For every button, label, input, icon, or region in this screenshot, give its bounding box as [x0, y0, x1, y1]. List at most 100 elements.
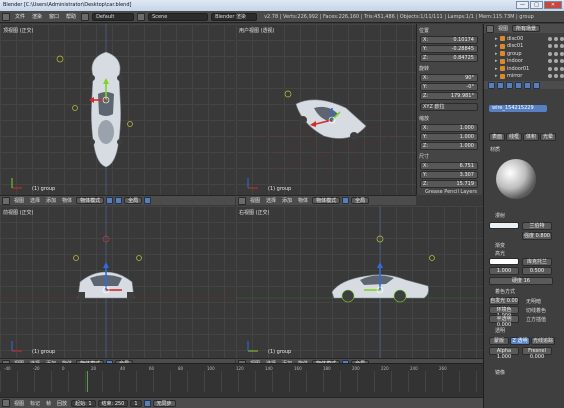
- material-slot[interactable]: wire_154215229: [489, 105, 547, 112]
- specular-intensity-field[interactable]: 1.000: [489, 267, 519, 275]
- menu-object[interactable]: 物体: [296, 197, 310, 204]
- scale-z-field[interactable]: Z: 1.000: [420, 142, 478, 150]
- start-frame-field[interactable]: 起始: 1: [71, 399, 96, 407]
- world-tab-icon[interactable]: [506, 81, 513, 89]
- ambient-field[interactable]: 环境色 1.000: [489, 306, 519, 319]
- select-icon[interactable]: [554, 74, 558, 78]
- scale-x-field[interactable]: X: 1.000: [420, 124, 478, 132]
- scene-icon[interactable]: [137, 12, 146, 21]
- menu-help[interactable]: 帮助: [64, 13, 78, 20]
- menu-select[interactable]: 选择: [264, 197, 278, 204]
- scene-select[interactable]: Scene: [148, 12, 209, 21]
- transp-raytrace-tab[interactable]: 光线追踪: [531, 337, 555, 345]
- visibility-icon[interactable]: [548, 74, 552, 78]
- outliner-item[interactable]: ▸ indoor01: [495, 65, 564, 72]
- dimension-y-field[interactable]: Y: 3.307: [420, 171, 478, 179]
- render-icon[interactable]: [560, 51, 564, 56]
- material-tab-3[interactable]: 光晕: [540, 133, 556, 141]
- location-x-field[interactable]: X: 0.10174: [420, 36, 478, 44]
- dimension-x-field[interactable]: X: 6.751: [420, 162, 478, 170]
- translucency-field[interactable]: 半透明 0.000: [489, 315, 519, 328]
- render-icon[interactable]: [560, 59, 564, 63]
- select-icon[interactable]: [554, 36, 558, 41]
- timeline-ruler[interactable]: [0, 371, 483, 392]
- specular-color-swatch[interactable]: [489, 258, 519, 265]
- editor-type-icon[interactable]: [238, 196, 246, 205]
- outliner-display-select[interactable]: 所有场景: [512, 25, 541, 32]
- rotation-z-field[interactable]: Z: 179.981°: [420, 92, 478, 100]
- menu-frame[interactable]: 帧: [44, 400, 53, 407]
- viewport-right[interactable]: 右视图 (正交) (1) group: [236, 206, 483, 358]
- menu-render[interactable]: 渲染: [30, 13, 44, 20]
- menu-window[interactable]: 窗口: [47, 13, 61, 20]
- timeline-editor[interactable]: -40 -20 0 20 40 60 80 100 120 140 160 180 200 220 240 2…: [0, 363, 483, 398]
- menu-add[interactable]: 添加: [280, 197, 294, 204]
- dimension-z-field[interactable]: Z: 15.719: [420, 180, 478, 188]
- outliner-item[interactable]: ▸ mirror: [495, 73, 564, 80]
- editor-type-icon[interactable]: [2, 196, 10, 205]
- transp-mask-tab[interactable]: 蒙版: [489, 337, 509, 345]
- orientation-select[interactable]: 全局: [351, 197, 370, 204]
- maximize-button[interactable]: □: [530, 1, 543, 9]
- outliner-item[interactable]: ▸ indoor: [495, 58, 564, 65]
- sync-select[interactable]: 无同步: [152, 399, 176, 407]
- alpha-field[interactable]: Alpha 1.000: [489, 347, 519, 360]
- menu-view[interactable]: 视图: [12, 197, 26, 204]
- play-icon[interactable]: [143, 399, 151, 407]
- current-frame-field[interactable]: 1: [130, 399, 142, 407]
- location-y-field[interactable]: Y: -0.28845: [420, 45, 478, 53]
- rotation-x-field[interactable]: X: 90°: [420, 74, 478, 82]
- menu-file[interactable]: 文件: [13, 13, 27, 20]
- menu-marker[interactable]: 标记: [28, 400, 42, 407]
- diffuse-color-swatch[interactable]: [489, 222, 519, 229]
- layout-select[interactable]: Default: [92, 12, 135, 21]
- visibility-icon[interactable]: [548, 66, 552, 71]
- select-icon[interactable]: [554, 44, 558, 48]
- render-icon[interactable]: [560, 36, 564, 41]
- render-engine-select[interactable]: Blender 渲染: [211, 12, 258, 21]
- viewport-user[interactable]: 用户视图 (透视) (1) group: [236, 24, 416, 195]
- editor-type-icon[interactable]: [2, 12, 10, 21]
- object-tab-icon[interactable]: [515, 81, 522, 89]
- material-tab-icon[interactable]: [524, 81, 531, 89]
- diffuse-intensity-field[interactable]: 强度 0.800: [522, 232, 552, 240]
- fresnel-field[interactable]: Fresnel 0.000: [522, 347, 552, 360]
- orientation-select[interactable]: 全局: [124, 197, 143, 204]
- outliner-item[interactable]: ▸ group: [495, 50, 564, 57]
- scene-tab-icon[interactable]: [497, 81, 504, 89]
- pivot-icon[interactable]: [115, 197, 123, 204]
- material-tab-1[interactable]: 线框: [506, 133, 522, 141]
- rotation-y-field[interactable]: Y: -0°: [420, 83, 478, 91]
- viewport-top[interactable]: 顶视图 (正交) (1) group: [0, 24, 235, 195]
- visibility-icon[interactable]: [548, 44, 552, 48]
- emit-field[interactable]: 自发光 0.00: [489, 297, 519, 305]
- rotation-mode-select[interactable]: XYZ 欧拉: [420, 103, 478, 111]
- menu-select[interactable]: 选择: [28, 197, 42, 204]
- specular-intensity-field-2[interactable]: 0.500: [522, 267, 552, 275]
- render-icon[interactable]: [560, 44, 564, 48]
- select-icon[interactable]: [554, 51, 558, 56]
- menu-playback[interactable]: 回放: [55, 400, 69, 407]
- mode-select[interactable]: 物体模式: [312, 197, 341, 204]
- diffuse-shader-select[interactable]: 兰伯特: [522, 222, 552, 230]
- current-frame-marker[interactable]: [87, 371, 88, 392]
- material-tab-2[interactable]: 体积: [523, 133, 539, 141]
- shading-icon[interactable]: [342, 197, 350, 204]
- shading-icon[interactable]: [106, 197, 114, 204]
- material-tab-0[interactable]: 表面: [489, 133, 505, 141]
- end-frame-field[interactable]: 结束: 250: [97, 399, 129, 407]
- editor-type-icon[interactable]: [2, 399, 10, 407]
- render-tab-icon[interactable]: [488, 81, 495, 89]
- visibility-icon[interactable]: [548, 36, 552, 41]
- menu-object[interactable]: 物体: [60, 197, 74, 204]
- outliner-item[interactable]: ▸ disc01: [495, 43, 564, 50]
- texture-tab-icon[interactable]: [533, 81, 540, 89]
- render-icon[interactable]: [560, 66, 564, 71]
- outliner-view-menu[interactable]: 视图: [496, 25, 510, 32]
- tangent-checkbox[interactable]: 切线着色: [526, 307, 546, 314]
- editor-type-icon[interactable]: [486, 24, 494, 33]
- minimize-button[interactable]: —: [516, 1, 529, 9]
- visibility-icon[interactable]: [548, 51, 552, 56]
- close-button[interactable]: ✕: [544, 1, 562, 9]
- menu-add[interactable]: 添加: [44, 197, 58, 204]
